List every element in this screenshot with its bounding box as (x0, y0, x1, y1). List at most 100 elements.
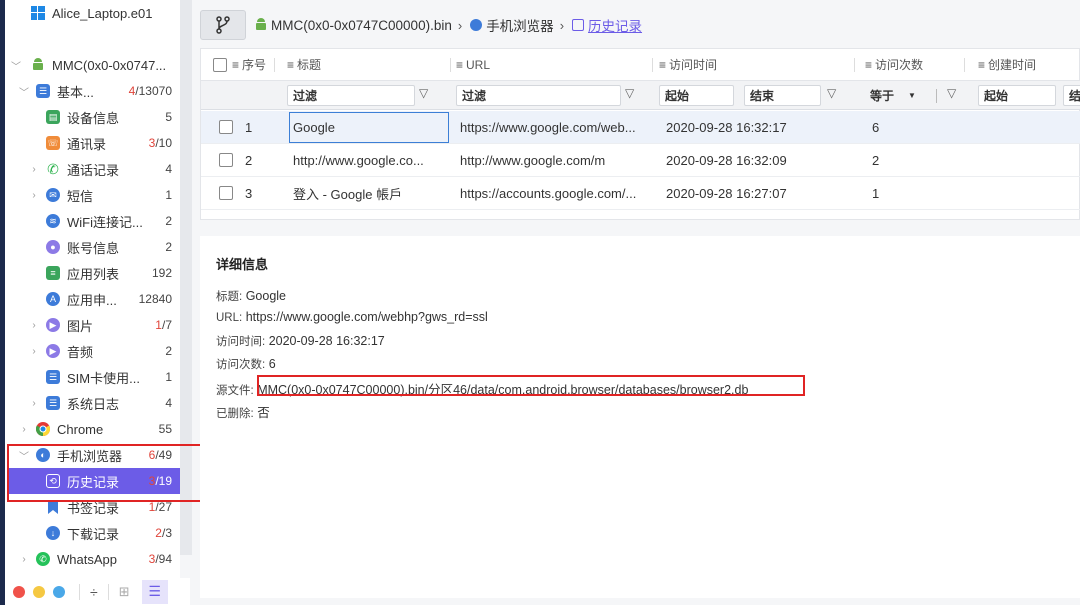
windows-icon (31, 6, 45, 20)
row-title: 登入 - Google 帳戶 (293, 186, 403, 202)
tree-item-contacts[interactable]: ☏ 通讯录 3/10 (5, 130, 180, 156)
tree-item-label: 通讯录 (67, 136, 107, 152)
table-row[interactable]: 1 Google https://www.google.com/web... 2… (201, 111, 1080, 144)
row-count: 2 (872, 152, 880, 168)
phone-icon: ✆ (47, 160, 59, 177)
tree-item-app-requests[interactable]: A 应用申... 12840 (5, 286, 180, 312)
tree-item-label: 图片 (67, 318, 94, 334)
column-header-created[interactable]: ≡ 创建时间 (978, 49, 1036, 80)
chevron-down-icon[interactable]: ﹀ (19, 84, 29, 99)
tree-item-calls[interactable]: › ✆ 通话记录 4 (5, 156, 180, 182)
tree-item-chrome[interactable]: › Chrome 55 (5, 416, 180, 442)
breadcrumb-device[interactable]: MMC(0x0-0x0747C00000).bin › (254, 18, 462, 33)
row-url: https://www.google.com/web... (460, 119, 636, 135)
grid-view-icon[interactable]: ⊞ (119, 584, 130, 600)
blue-dot-icon[interactable] (53, 585, 65, 598)
row-seq: 2 (245, 152, 253, 168)
chevron-down-icon[interactable]: ﹀ (11, 58, 21, 73)
tree-item-syslog[interactable]: › ☰ 系统日志 4 (5, 390, 180, 416)
tree-item-basic[interactable]: ﹀ ☰ 基本... 4/13070 (5, 78, 180, 104)
sidebar-toolbar: ÷ ⊞ ☰ (5, 578, 190, 605)
row-checkbox[interactable] (219, 177, 233, 209)
created-start-input[interactable]: 起始 (978, 85, 1056, 106)
filter-icon[interactable]: ▽ (419, 86, 428, 100)
device-label: Alice_Laptop.e01 (52, 5, 153, 21)
tree-item-device-info[interactable]: ▤ 设备信息 5 (5, 104, 180, 130)
tree-item-mmc[interactable]: ﹀ MMC(0x0-0x0747... (5, 52, 180, 78)
audio-icon: ▶ (46, 344, 60, 358)
tree-item-label: 应用申... (67, 292, 117, 308)
app-store-icon: A (46, 292, 60, 306)
time-start-input[interactable]: 起始 (659, 85, 734, 106)
filter-icon[interactable]: ▽ (947, 86, 956, 100)
filter-icon[interactable]: ▽ (625, 86, 634, 100)
message-icon: ✉ (46, 188, 60, 202)
tree-item-downloads[interactable]: ↓ 下载记录 2/3 (5, 520, 180, 546)
chevron-right-icon[interactable]: › (29, 320, 39, 331)
breadcrumb-history[interactable]: 历史记录 (572, 15, 642, 35)
sim-icon: ☰ (46, 370, 60, 384)
url-filter-input[interactable]: 过滤 (456, 85, 621, 106)
title-filter-input[interactable]: 过滤 (287, 85, 415, 106)
count-op-select[interactable]: 等于 ▼ (865, 85, 929, 106)
row-seq: 1 (245, 119, 253, 135)
branch-button[interactable] (200, 10, 246, 40)
device-root[interactable]: Alice_Laptop.e01 (5, 1, 180, 25)
tree-item-apps[interactable]: ≡ 应用列表 192 (5, 260, 180, 286)
branch-icon (216, 16, 230, 34)
evidence-tree: Alice_Laptop.e01 ﹀ MMC(0x0-0x0747... ﹀ ☰… (5, 0, 180, 605)
tree-item-label: 设备信息 (67, 110, 120, 126)
tree-item-label: SIM卡使用... (67, 370, 140, 386)
breadcrumb-browser[interactable]: 手机浏览器 › (470, 15, 564, 35)
tree-item-label: MMC(0x0-0x0747... (52, 57, 167, 73)
chevron-right-icon[interactable]: › (29, 346, 39, 357)
tree-item-accounts[interactable]: ● 账号信息 2 (5, 234, 180, 260)
row-time: 2020-09-28 16:32:09 (666, 152, 787, 168)
tree-item-whatsapp[interactable]: › ✆ WhatsApp 3/94 (5, 546, 180, 572)
chevron-right-icon[interactable]: › (29, 190, 39, 201)
tree-item-label: 下载记录 (67, 526, 120, 542)
tree-item-label: 系统日志 (67, 396, 120, 412)
tree-item-images[interactable]: › ▶ 图片 1/7 (5, 312, 180, 338)
app-list-icon: ≡ (46, 266, 60, 280)
row-time: 2020-09-28 16:27:07 (666, 185, 787, 201)
detail-visit-count: 访问次数: 6 (216, 357, 276, 371)
table-row[interactable]: 3 登入 - Google 帳戶 https://accounts.google… (201, 177, 1080, 210)
list-icon: ☰ (36, 84, 50, 98)
column-header-visit-time[interactable]: ≡ 访问时间 (659, 49, 717, 80)
row-url: http://www.google.com/m (460, 152, 606, 168)
chevron-right-icon[interactable]: › (29, 164, 39, 175)
tree-item-label: 短信 (67, 188, 94, 204)
row-checkbox[interactable] (219, 111, 233, 143)
row-time: 2020-09-28 16:32:17 (666, 119, 787, 135)
column-header-url[interactable]: ≡ URL (456, 49, 490, 80)
tree-item-sim[interactable]: ☰ SIM卡使用... 1 (5, 364, 180, 390)
chevron-right-icon[interactable]: › (29, 398, 39, 409)
android-icon (31, 58, 45, 72)
column-header-seq[interactable]: ≡ 序号 (232, 49, 266, 80)
column-header-title[interactable]: ≡ 标题 (287, 49, 321, 80)
chevron-right-icon[interactable]: › (19, 424, 29, 435)
table-row[interactable]: 2 http://www.google.co... http://www.goo… (201, 144, 1080, 177)
chevron-right-icon[interactable]: › (19, 554, 29, 565)
filter-icon[interactable]: ▽ (827, 86, 836, 100)
tree-item-label: 通话记录 (67, 162, 120, 178)
time-end-input[interactable]: 结束 (744, 85, 821, 106)
detail-visit-time: 访问时间: 2020-09-28 16:32:17 (216, 334, 385, 348)
red-dot-icon[interactable] (13, 585, 25, 598)
image-icon: ▶ (46, 318, 60, 332)
row-checkbox[interactable] (219, 144, 233, 176)
tree-item-wifi[interactable]: ≋ WiFi连接记... 2 (5, 208, 180, 234)
select-all-checkbox[interactable] (213, 49, 227, 80)
column-header-visit-count[interactable]: ≡ 访问次数 (865, 49, 923, 80)
cell-focus (289, 112, 449, 143)
user-icon: ● (46, 240, 60, 254)
tree-item-audio[interactable]: › ▶ 音频 2 (5, 338, 180, 364)
list-view-icon[interactable]: ☰ (141, 579, 168, 604)
tree-item-label: 基本... (57, 84, 94, 100)
tree-item-sms[interactable]: › ✉ 短信 1 (5, 182, 180, 208)
row-seq: 3 (245, 185, 253, 201)
created-end-input[interactable]: 结 (1063, 85, 1080, 106)
collapse-icon[interactable]: ÷ (90, 584, 98, 600)
yellow-dot-icon[interactable] (33, 585, 45, 598)
